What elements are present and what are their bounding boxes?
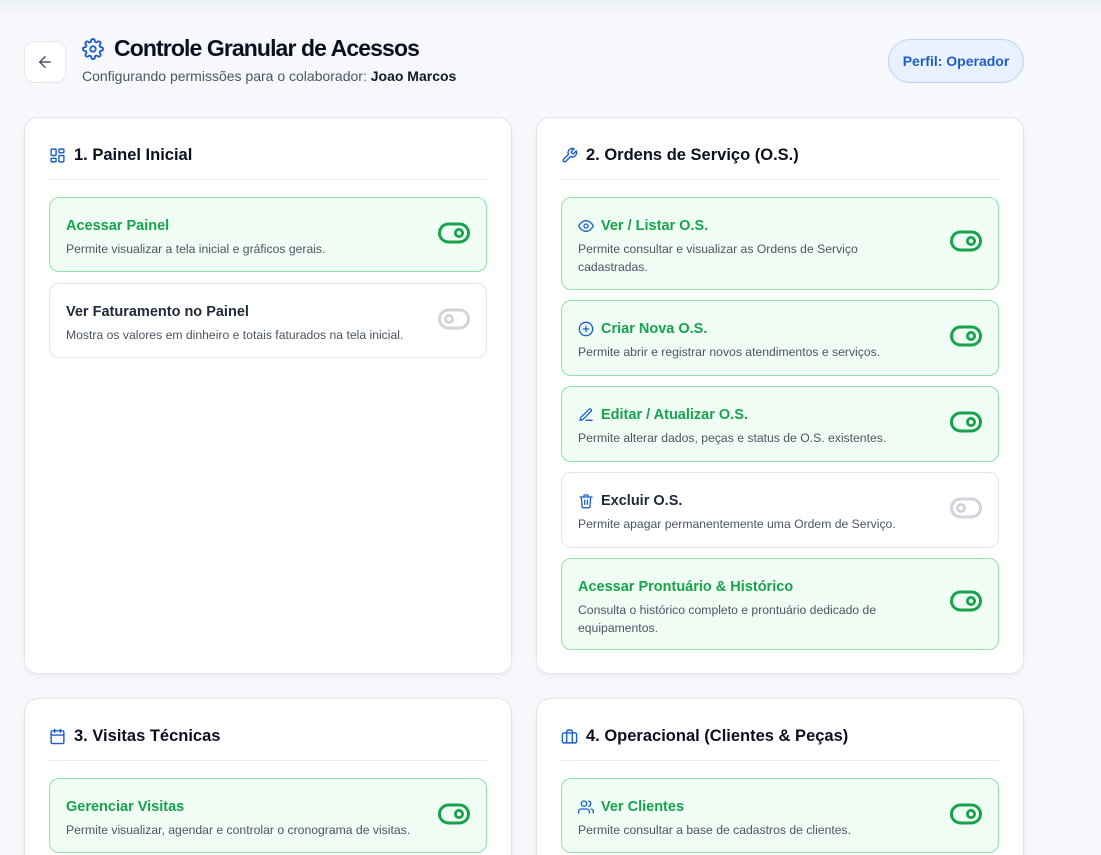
profile-badge[interactable]: Perfil: Operador	[888, 39, 1024, 83]
permission-description: Permite consultar a base de cadastros de…	[578, 823, 852, 837]
toggle-off-icon[interactable]	[950, 496, 982, 520]
permission-title: Gerenciar Visitas	[66, 799, 185, 815]
section-title: 2. Ordens de Serviço (O.S.)	[586, 146, 799, 164]
back-button[interactable]	[24, 41, 66, 83]
arrow-left-icon	[39, 56, 51, 68]
section-title: 1. Painel Inicial	[74, 146, 193, 164]
toggle-on-icon[interactable]	[438, 802, 470, 826]
trash-icon	[579, 494, 593, 509]
eye-icon	[578, 220, 594, 232]
permission-description: Permite visualizar a tela inicial e gráf…	[66, 242, 326, 256]
calendar-icon	[49, 726, 66, 745]
section-header: 4. Operacional (Clientes & Peças)	[561, 726, 999, 761]
permission-gerenciar-visitas[interactable]: Gerenciar Visitas Permite visualizar, ag…	[49, 778, 487, 853]
permission-ver-faturamento[interactable]: Ver Faturamento no Painel Mostra os valo…	[49, 283, 487, 358]
section-header: 2. Ordens de Serviço (O.S.)	[561, 145, 999, 180]
permission-title: Excluir O.S.	[578, 493, 682, 509]
toggle-on-icon[interactable]	[950, 229, 982, 253]
briefcase-icon	[561, 726, 578, 745]
toggle-on-icon[interactable]	[950, 589, 982, 613]
permission-ver-clientes[interactable]: Ver Clientes Permite consultar a base de…	[561, 778, 999, 853]
users-icon	[578, 800, 594, 814]
employee-name: Joao Marcos	[370, 68, 457, 84]
permission-title: Criar Nova O.S.	[578, 321, 707, 337]
section-title: 4. Operacional (Clientes & Peças)	[586, 727, 849, 745]
page-subtitle: Configurando permissões para o colaborad…	[82, 68, 456, 84]
permission-description: Permite visualizar, agendar e controlar …	[66, 823, 411, 837]
toggle-off-icon[interactable]	[438, 307, 470, 331]
section-card-operacional: 4. Operacional (Clientes & Peças) Ver Cl…	[536, 698, 1024, 855]
subtitle-prefix: Configurando permissões para o colaborad…	[82, 68, 367, 84]
toggle-on-icon[interactable]	[950, 410, 982, 434]
permission-description: Consulta o histórico completo e prontuár…	[578, 603, 877, 635]
plus-circle-icon	[578, 321, 594, 337]
gear-icon	[82, 37, 104, 60]
pencil-icon	[579, 408, 593, 421]
permission-title: Acessar Painel	[66, 218, 170, 234]
permission-criar-os[interactable]: Criar Nova O.S. Permite abrir e registra…	[561, 300, 999, 376]
section-title: 3. Visitas Técnicas	[74, 727, 221, 745]
permission-title: Ver Clientes	[578, 799, 684, 815]
permission-description: Permite abrir e registrar novos atendime…	[578, 345, 881, 359]
permission-title: Ver / Listar O.S.	[578, 218, 708, 234]
permission-title: Ver Faturamento no Painel	[66, 304, 249, 320]
permission-editar-os[interactable]: Editar / Atualizar O.S. Permite alterar …	[561, 386, 999, 462]
permission-title: Editar / Atualizar O.S.	[578, 407, 748, 423]
page-title: Controle Granular de Acessos	[114, 35, 420, 61]
toggle-on-icon[interactable]	[438, 221, 470, 245]
permission-prontuario-historico[interactable]: Acessar Prontuário & Histórico Consulta …	[561, 558, 999, 650]
permission-title: Acessar Prontuário & Histórico	[578, 579, 794, 595]
wrench-icon	[561, 145, 578, 164]
section-card-visitas: 3. Visitas Técnicas Gerenciar Visitas Pe…	[24, 698, 512, 855]
title-row: Controle Granular de Acessos	[82, 35, 420, 62]
permission-description: Permite alterar dados, peças e status de…	[578, 431, 887, 445]
section-header: 3. Visitas Técnicas	[49, 726, 487, 761]
permission-excluir-os[interactable]: Excluir O.S. Permite apagar permanenteme…	[561, 472, 999, 548]
section-card-painel: 1. Painel Inicial Acessar Painel Permite…	[24, 117, 512, 674]
toggle-on-icon[interactable]	[950, 324, 982, 348]
permission-ver-listar-os[interactable]: Ver / Listar O.S. Permite consultar e vi…	[561, 197, 999, 290]
permission-description: Permite consultar e visualizar as Ordens…	[578, 242, 858, 274]
permission-description: Mostra os valores em dinheiro e totais f…	[66, 328, 404, 342]
section-card-ordens-servico: 2. Ordens de Serviço (O.S.) Ver / Listar…	[536, 117, 1024, 674]
section-header: 1. Painel Inicial	[49, 145, 487, 180]
permission-acessar-painel[interactable]: Acessar Painel Permite visualizar a tela…	[49, 197, 487, 272]
permission-description: Permite apagar permanentemente uma Ordem…	[578, 517, 896, 531]
page-header: Controle Granular de Acessos Configurand…	[24, 33, 1024, 93]
toggle-on-icon[interactable]	[950, 802, 982, 826]
dashboard-grid-icon	[49, 145, 66, 164]
